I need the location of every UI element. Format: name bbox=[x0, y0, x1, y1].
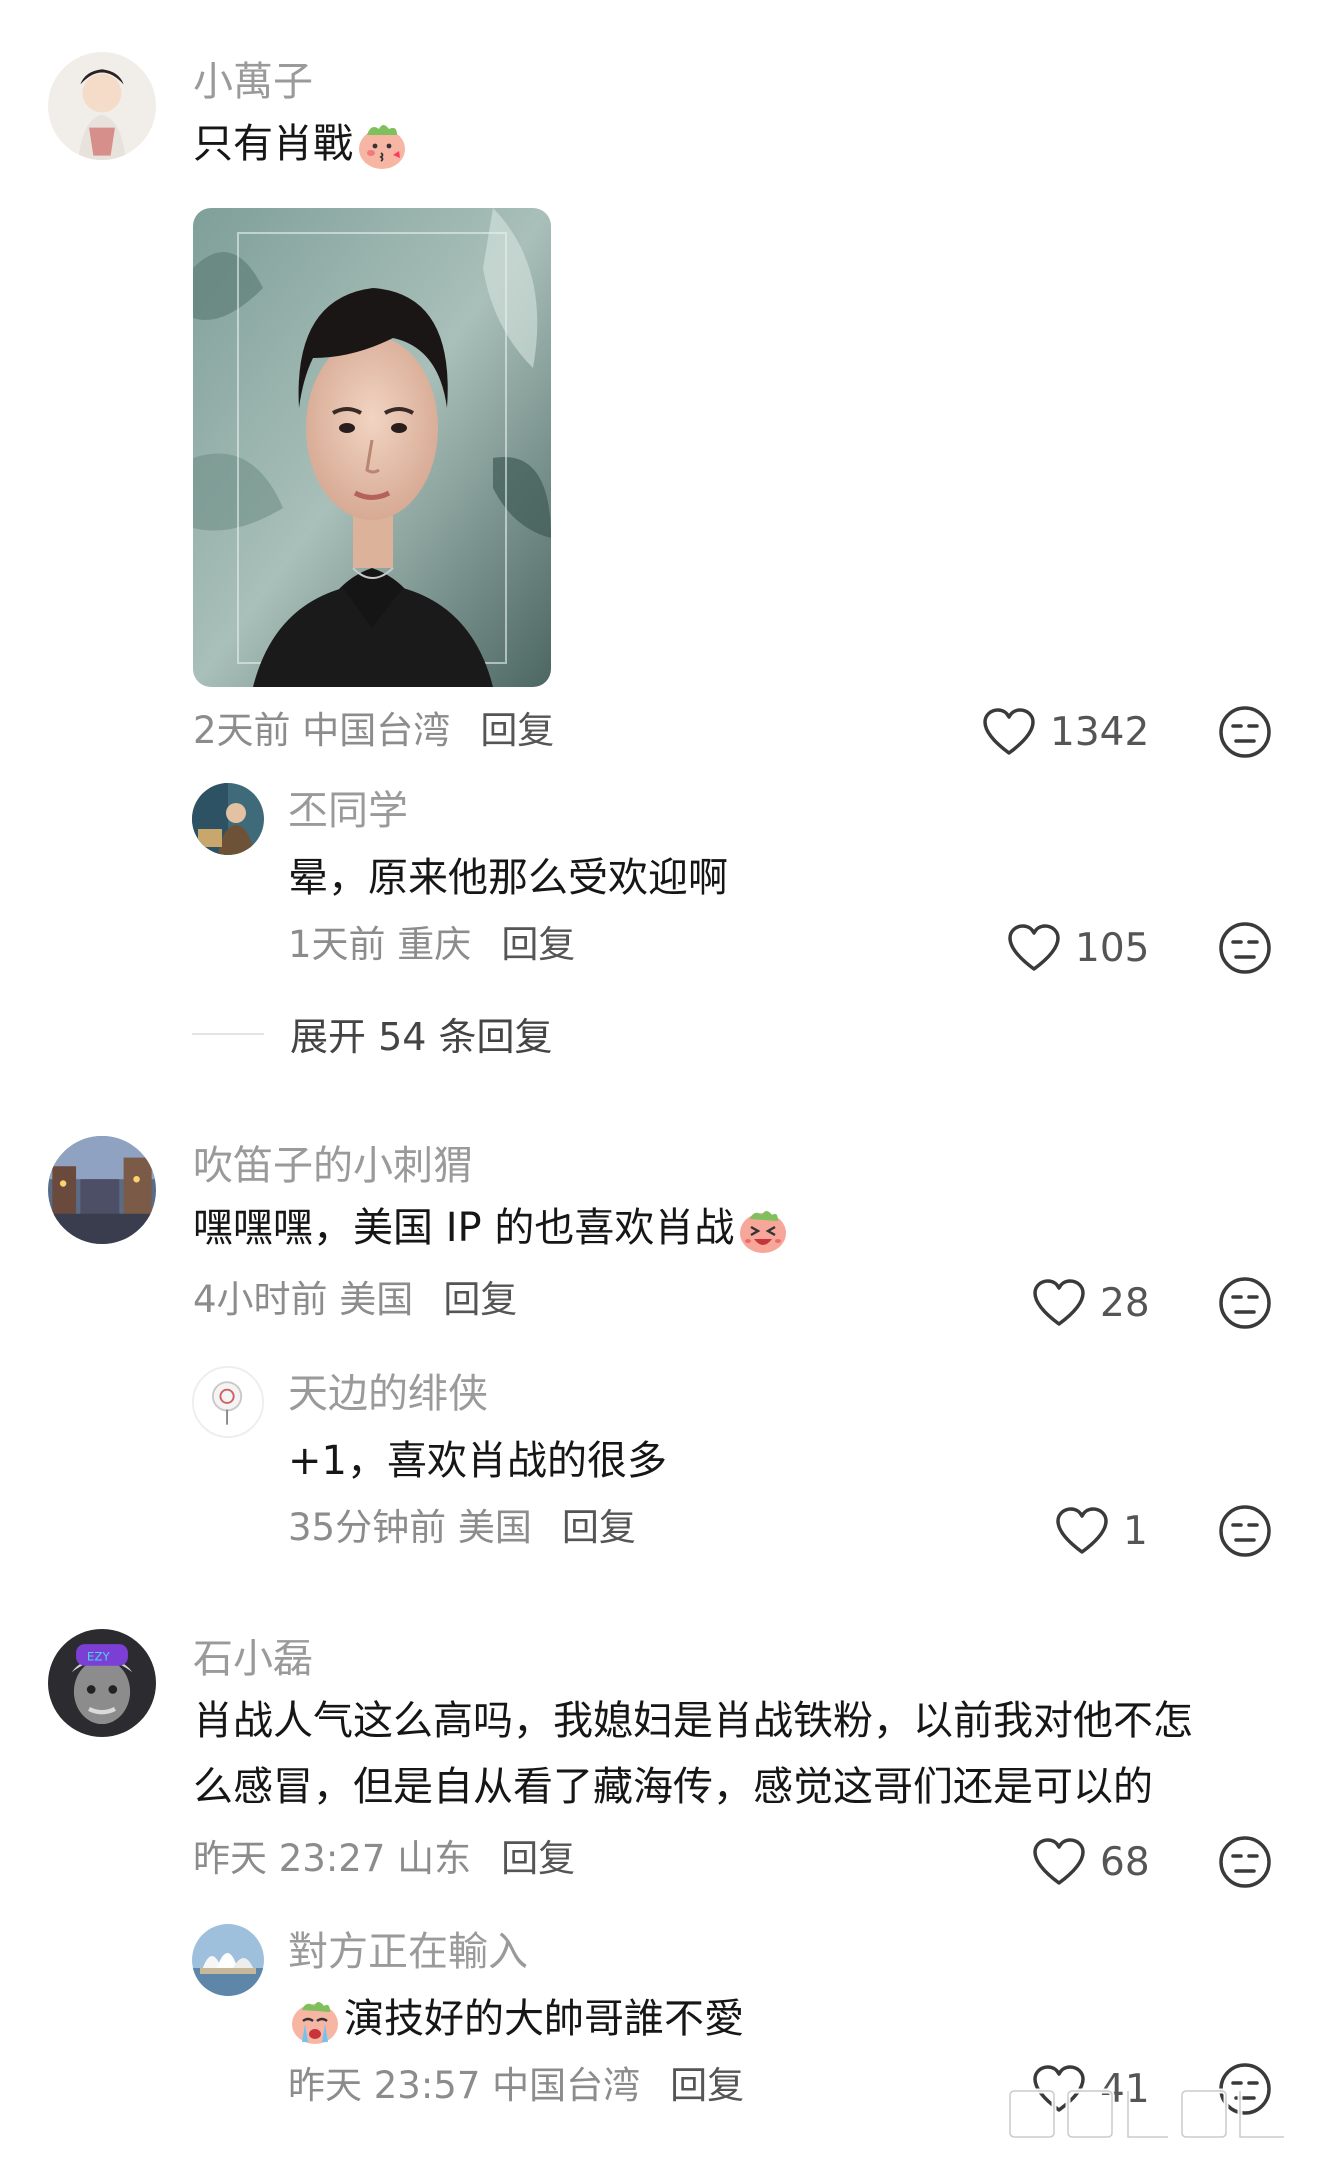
reply-text-content: 演技好的大帥哥誰不愛 bbox=[344, 1996, 744, 2042]
avatar[interactable] bbox=[192, 1366, 264, 1438]
reply-button[interactable]: 回复 bbox=[562, 1506, 636, 1549]
reply-meta: 昨天 23:57 中国台湾 回复 bbox=[288, 2067, 744, 2104]
comment-image[interactable] bbox=[193, 208, 551, 687]
avatar[interactable] bbox=[192, 783, 264, 855]
reply-text: 晕，原来他那么受欢迎啊 bbox=[288, 855, 728, 901]
reply-button[interactable]: 回复 bbox=[501, 923, 575, 966]
like-button[interactable]: 68 bbox=[1032, 1832, 1150, 1892]
crying-face-emoji-icon bbox=[288, 1994, 342, 2048]
reply-button[interactable]: 回复 bbox=[670, 2064, 744, 2107]
comment-text: 嘿嘿嘿，美国 IP 的也喜欢肖战 bbox=[193, 1196, 790, 1260]
comment-username[interactable]: 吹笛子的小刺猬 bbox=[193, 1146, 473, 1186]
heart-icon bbox=[1033, 1838, 1085, 1885]
kiss-face-emoji-icon bbox=[355, 119, 409, 173]
divider-line bbox=[192, 1032, 264, 1035]
like-button[interactable]: 28 bbox=[1032, 1273, 1150, 1333]
comment-text-content: 嘿嘿嘿，美国 IP 的也喜欢肖战 bbox=[193, 1205, 735, 1251]
reply-time-location: 35分钟前 美国 bbox=[288, 1506, 532, 1549]
heart-icon bbox=[1056, 1507, 1108, 1554]
comment-username[interactable]: 小萬子 bbox=[193, 62, 313, 102]
comment-time-location: 4小时前 美国 bbox=[193, 1278, 414, 1321]
expand-replies-button[interactable]: 展开 54 条回复 bbox=[192, 1006, 553, 1061]
dislike-face-icon[interactable] bbox=[1218, 1276, 1272, 1330]
comment-text-content: 只有肖戰 bbox=[193, 121, 353, 167]
reply-button[interactable]: 回复 bbox=[501, 1837, 575, 1880]
reply-meta: 1天前 重庆 回复 bbox=[288, 926, 575, 963]
heart-icon bbox=[983, 708, 1035, 755]
reply-text: +1，喜欢肖战的很多 bbox=[288, 1438, 667, 1484]
reply-username[interactable]: 丕同学 bbox=[288, 791, 408, 831]
dislike-face-icon[interactable] bbox=[1218, 921, 1272, 975]
reply-meta: 35分钟前 美国 回复 bbox=[288, 1509, 636, 1546]
reply-time-location: 昨天 23:57 中国台湾 bbox=[288, 2064, 641, 2107]
reply-text: 演技好的大帥哥誰不愛 bbox=[288, 1987, 744, 2051]
heart-icon bbox=[1033, 1279, 1085, 1326]
laughing-face-emoji-icon bbox=[736, 1203, 790, 1257]
avatar[interactable]: EZY bbox=[48, 1629, 156, 1737]
comment-text-line: 肖战人气这么高吗，我媳妇是肖战铁粉，以前我对他不怎 bbox=[193, 1698, 1193, 1744]
heart-icon bbox=[1008, 924, 1060, 971]
comment-text-line: 么感冒，但是自从看了藏海传，感觉这哥们还是可以的 bbox=[193, 1764, 1153, 1810]
dislike-face-icon[interactable] bbox=[1218, 1835, 1272, 1889]
reply-button[interactable]: 回复 bbox=[443, 1278, 517, 1321]
avatar[interactable] bbox=[48, 52, 156, 160]
like-count: 105 bbox=[1075, 925, 1150, 971]
comment-meta: 昨天 23:27 山东 回复 bbox=[193, 1840, 575, 1877]
dislike-face-icon[interactable] bbox=[1218, 705, 1272, 759]
avatar[interactable] bbox=[192, 1924, 264, 1996]
comment-text: 只有肖戰 bbox=[193, 112, 409, 176]
like-count: 1 bbox=[1123, 1508, 1148, 1554]
reply-button[interactable]: 回复 bbox=[480, 709, 554, 752]
reply-username[interactable]: 對方正在輸入 bbox=[288, 1932, 528, 1972]
like-button[interactable]: 1 bbox=[1055, 1501, 1148, 1561]
reply-time-location: 1天前 重庆 bbox=[288, 923, 472, 966]
avatar[interactable] bbox=[48, 1136, 156, 1244]
comment-meta: 2天前 中国台湾 回复 bbox=[193, 712, 554, 749]
expand-replies-label[interactable]: 展开 54 条回复 bbox=[290, 1006, 553, 1061]
like-count: 1342 bbox=[1050, 709, 1150, 755]
comment-username[interactable]: 石小磊 bbox=[193, 1639, 313, 1679]
comment-time-location: 2天前 中国台湾 bbox=[193, 709, 451, 752]
dislike-face-icon[interactable] bbox=[1218, 1504, 1272, 1558]
svg-text:EZY: EZY bbox=[87, 1649, 111, 1663]
like-button[interactable]: 1342 bbox=[982, 702, 1149, 762]
like-count: 68 bbox=[1100, 1839, 1150, 1885]
like-count: 28 bbox=[1100, 1280, 1150, 1326]
like-button[interactable]: 105 bbox=[1007, 918, 1149, 978]
comment-meta: 4小时前 美国 回复 bbox=[193, 1281, 517, 1318]
reply-username[interactable]: 天边的绯侠 bbox=[288, 1374, 488, 1414]
comment-time-location: 昨天 23:27 山东 bbox=[193, 1837, 472, 1880]
watermark-logo-icon bbox=[1002, 2083, 1292, 2145]
